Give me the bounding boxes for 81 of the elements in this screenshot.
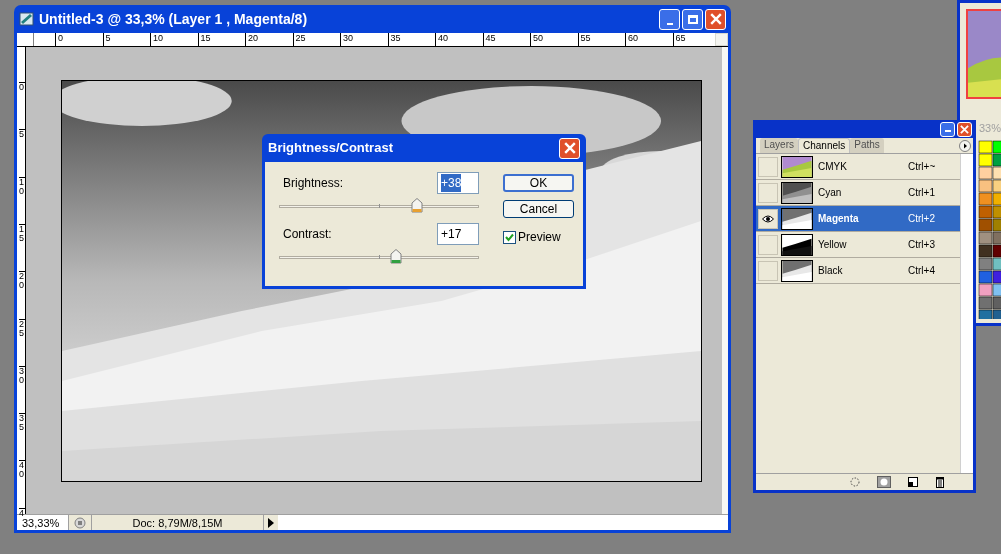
ruler-origin[interactable] — [17, 33, 34, 46]
channel-row[interactable]: CMYK Ctrl+~ — [756, 154, 960, 180]
new-channel-icon[interactable] — [908, 477, 918, 487]
ruler-label: 40 — [435, 33, 448, 47]
ruler-label: 5 — [19, 129, 26, 140]
ruler-label: 35 — [387, 33, 401, 47]
slider-thumb[interactable] — [411, 198, 423, 213]
channel-name: Magenta — [818, 212, 860, 226]
ruler-label: 50 — [530, 33, 543, 47]
dialog-title: Brightness/Contrast — [268, 139, 394, 158]
ruler-label: 35 — [19, 413, 26, 433]
channel-shortcut: Ctrl+3 — [908, 238, 936, 252]
window-title: Untitled-3 @ 33,3% (Layer 1 , Magenta/8) — [39, 9, 309, 29]
channel-name: CMYK — [818, 160, 848, 174]
panel-tab[interactable]: Paths — [850, 138, 884, 153]
mask-icon[interactable] — [877, 476, 891, 488]
visibility-toggle[interactable] — [758, 156, 778, 177]
visibility-toggle[interactable] — [758, 208, 778, 229]
minimize-button[interactable] — [659, 8, 680, 30]
ruler-label: 40 — [19, 460, 26, 480]
channel-name: Black — [818, 264, 844, 278]
ruler-label: 25 — [292, 33, 306, 47]
eye-icon — [762, 214, 774, 223]
ruler-label: 10 — [19, 176, 26, 196]
panel-tab[interactable]: Channels — [798, 138, 851, 153]
channel-shortcut: Ctrl+4 — [908, 264, 936, 278]
channel-name: Cyan — [818, 186, 843, 200]
channel-shortcut: Ctrl+~ — [908, 160, 937, 174]
ruler-label: 10 — [150, 33, 163, 47]
ruler-label: 0 — [55, 33, 63, 47]
ruler-label: 30 — [19, 365, 26, 385]
app-icon — [19, 11, 35, 27]
slider[interactable] — [279, 199, 479, 213]
value-field[interactable]: +38 — [437, 172, 479, 194]
close-icon — [960, 124, 969, 134]
menu-arrow-icon[interactable] — [267, 518, 275, 528]
channel-row[interactable]: Magenta Ctrl+2 — [756, 206, 960, 232]
close-icon — [709, 13, 722, 25]
ruler-label: 30 — [340, 33, 353, 47]
dialog-button[interactable]: Cancel — [503, 200, 574, 218]
panel-menu-icon[interactable] — [959, 140, 971, 152]
channel-shortcut: Ctrl+2 — [908, 212, 936, 226]
slider-label: Brightness: — [283, 175, 344, 192]
zoom-field[interactable]: 33,33% — [17, 515, 69, 530]
ruler-label: 25 — [19, 318, 26, 338]
ruler-label: 15 — [197, 33, 211, 47]
close-icon — [563, 142, 576, 154]
preview-checkbox[interactable]: Preview — [503, 228, 574, 246]
ruler-label: 20 — [245, 33, 258, 47]
minimize-button[interactable] — [940, 121, 955, 137]
ruler-label: 20 — [19, 271, 26, 291]
close-button[interactable] — [559, 137, 580, 159]
channel-name: Yellow — [818, 238, 848, 252]
check-icon — [505, 232, 514, 242]
slider[interactable] — [279, 250, 479, 264]
ruler-label: 60 — [625, 33, 638, 47]
visibility-toggle[interactable] — [758, 234, 778, 255]
visibility-toggle[interactable] — [758, 260, 778, 281]
ruler-label: 15 — [19, 223, 26, 243]
ruler-label: 5 — [102, 33, 111, 47]
slider-label: Contrast: — [283, 226, 332, 243]
doc-size-text: Doc: 8,79M/8,15M — [91, 515, 264, 530]
close-button[interactable] — [957, 121, 972, 137]
channel-row[interactable]: Black Ctrl+4 — [756, 258, 960, 284]
visibility-toggle[interactable] — [758, 182, 778, 203]
ruler-label: 65 — [672, 33, 686, 47]
zoom-readout: 33% — [978, 121, 1001, 136]
ruler-label: 55 — [577, 33, 591, 47]
status-icon[interactable] — [74, 517, 86, 529]
ruler-label: 0 — [19, 82, 26, 92]
maximize-button[interactable] — [682, 8, 703, 30]
value-field[interactable]: +17 — [437, 223, 479, 245]
channel-row[interactable]: Yellow Ctrl+3 — [756, 232, 960, 258]
channel-shortcut: Ctrl+1 — [908, 186, 936, 200]
ruler-label: 45 — [482, 33, 496, 47]
close-button[interactable] — [705, 8, 726, 30]
dialog-button[interactable]: OK — [503, 174, 574, 192]
slider-thumb[interactable] — [390, 249, 402, 264]
dotted-circle-icon[interactable] — [850, 477, 860, 487]
trash-icon[interactable] — [935, 476, 945, 488]
panel-tab[interactable]: Layers — [760, 138, 798, 153]
